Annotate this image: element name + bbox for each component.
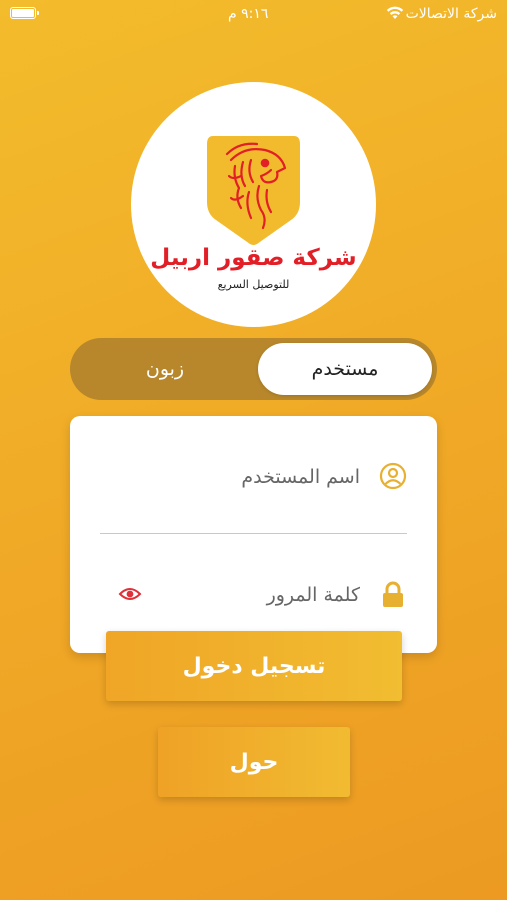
lock-icon bbox=[383, 581, 403, 607]
eye-icon[interactable] bbox=[118, 584, 142, 604]
field-divider bbox=[100, 533, 407, 534]
company-logo: شركة صقور اربيل للتوصيل السريع bbox=[131, 82, 376, 327]
company-tagline: للتوصيل السريع bbox=[217, 278, 290, 291]
status-time: ٩:١٦ م bbox=[228, 6, 269, 22]
company-name: شركة صقور اربيل bbox=[150, 245, 357, 271]
username-field-row bbox=[100, 454, 407, 498]
status-carrier: شركة الاتصالات bbox=[405, 6, 497, 22]
password-input[interactable] bbox=[140, 576, 362, 614]
about-button[interactable]: حول bbox=[158, 727, 350, 797]
eagle-shield-icon bbox=[207, 136, 300, 245]
status-bar: ٩:١٦ م شركة الاتصالات bbox=[0, 0, 507, 30]
account-type-switch: زبون مستخدم bbox=[70, 338, 437, 400]
segment-customer[interactable]: زبون bbox=[90, 338, 240, 400]
password-field-row bbox=[100, 572, 407, 616]
login-form-card bbox=[70, 416, 437, 653]
battery-icon bbox=[10, 7, 39, 19]
segment-user[interactable]: مستخدم bbox=[258, 343, 432, 395]
user-icon bbox=[379, 462, 407, 490]
username-input[interactable] bbox=[140, 458, 362, 496]
login-button[interactable]: تسجيل دخول bbox=[106, 631, 402, 701]
wifi-icon bbox=[385, 3, 405, 25]
